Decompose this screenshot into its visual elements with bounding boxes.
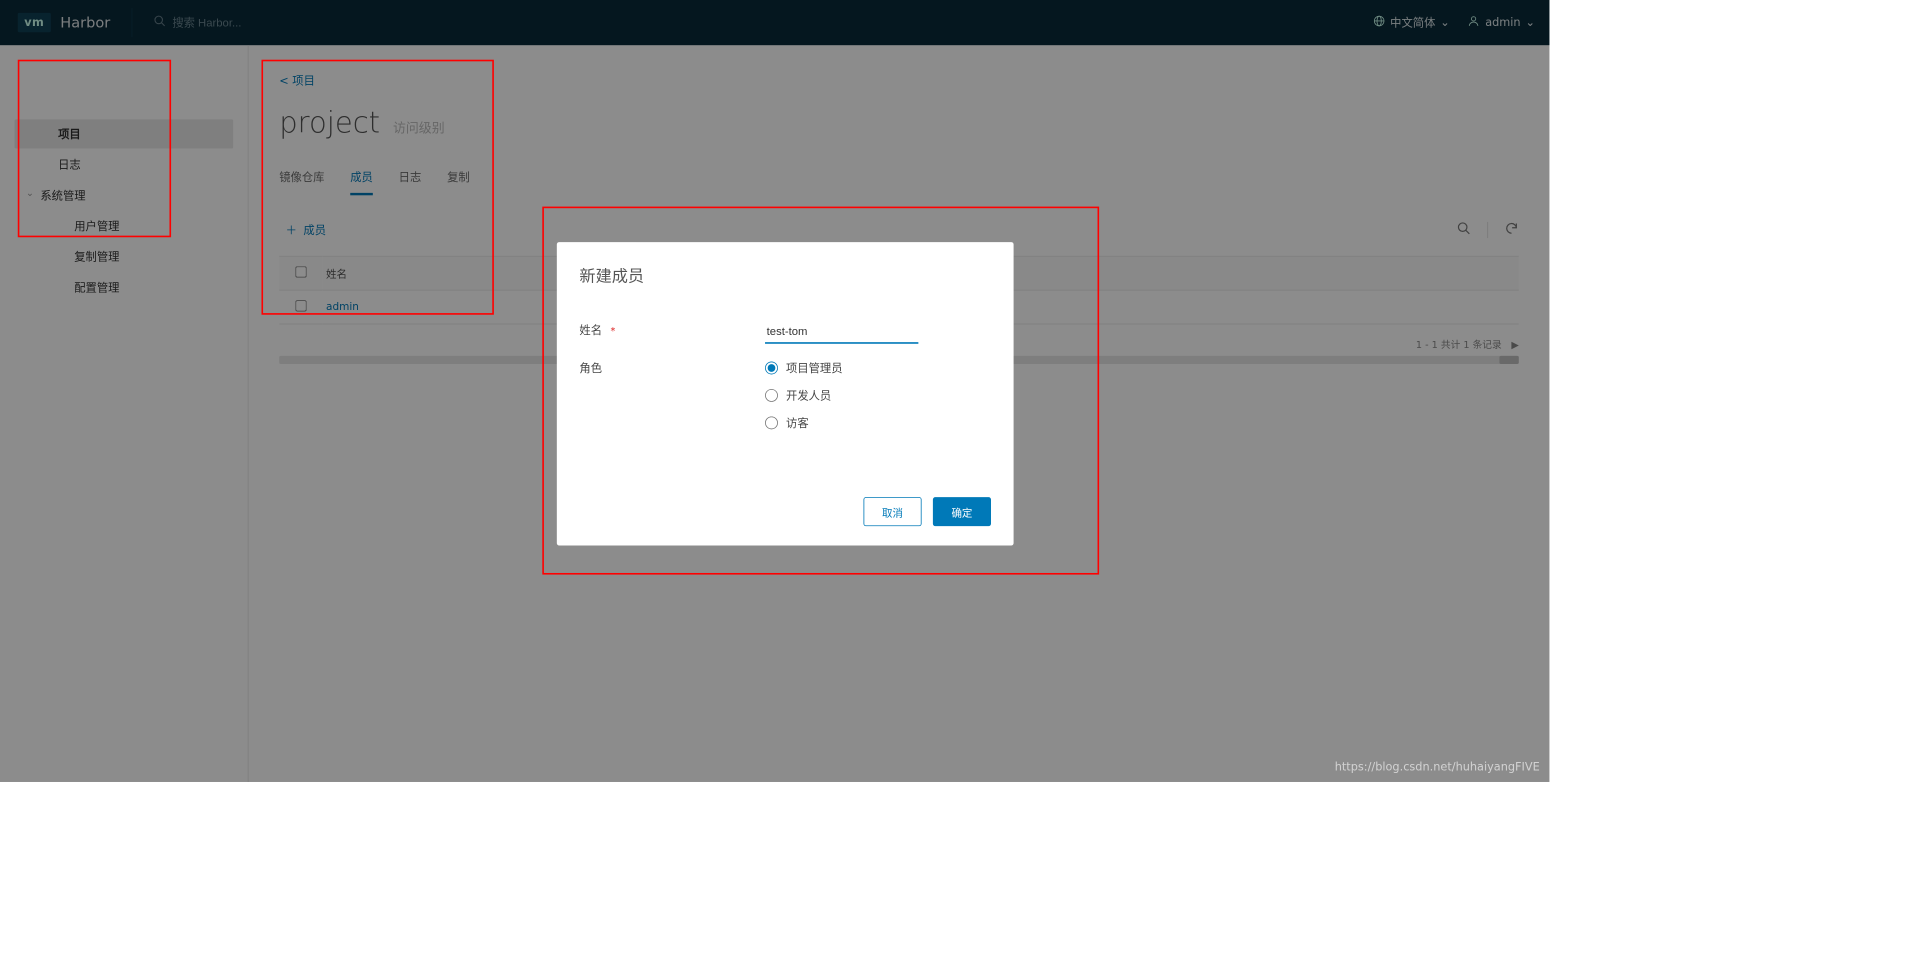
dialog-title: 新建成员 (579, 263, 991, 286)
role-radio-guest[interactable]: 访客 (765, 415, 842, 431)
role-developer-label: 开发人员 (786, 387, 831, 403)
role-field-label: 角色 (579, 362, 602, 375)
role-guest-label: 访客 (786, 415, 809, 431)
role-admin-label: 项目管理员 (786, 360, 842, 376)
watermark-text: https://blog.csdn.net/huhaiyangFIVE (1335, 761, 1540, 774)
role-radio-admin[interactable]: 项目管理员 (765, 360, 842, 376)
radio-input[interactable] (765, 389, 778, 402)
name-field-label: 姓名 (579, 324, 602, 337)
required-mark: * (610, 325, 615, 336)
radio-input[interactable] (765, 362, 778, 375)
member-name-input[interactable] (765, 322, 918, 344)
confirm-button[interactable]: 确定 (933, 497, 991, 526)
role-radio-developer[interactable]: 开发人员 (765, 387, 842, 403)
new-member-dialog: 新建成员 姓名 * 角色 项目管理员 开发人员 (557, 242, 1014, 545)
cancel-button[interactable]: 取消 (863, 497, 921, 526)
radio-input[interactable] (765, 416, 778, 429)
